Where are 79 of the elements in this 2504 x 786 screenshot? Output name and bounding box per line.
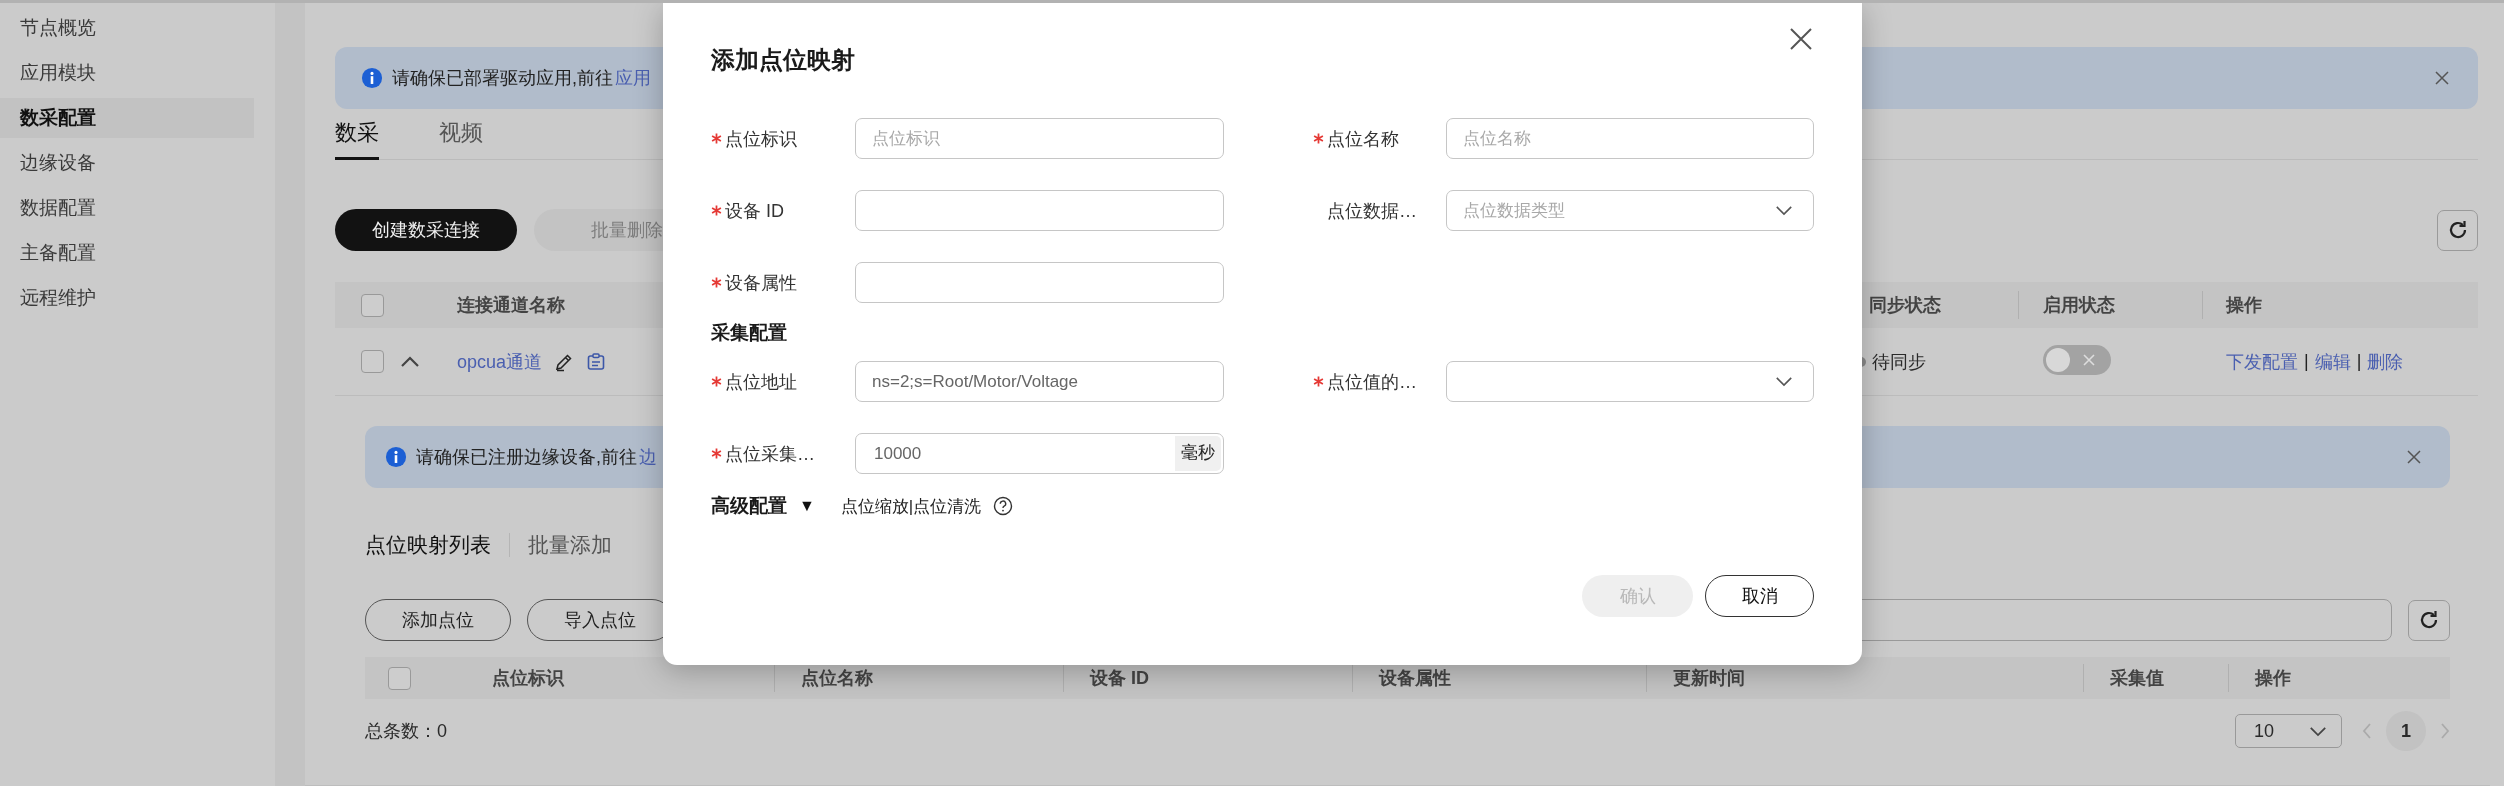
unit-label: 毫秒 <box>1175 436 1221 471</box>
expand-toggle[interactable]: ▼ <box>799 497 815 515</box>
checkbox[interactable] <box>388 666 411 690</box>
field-label: 设备 ID <box>725 199 784 223</box>
refresh-button[interactable] <box>2437 209 2478 251</box>
info-icon <box>385 446 407 468</box>
separator: | <box>2304 351 2309 372</box>
sidebar-item[interactable]: 边缘设备 <box>0 140 254 185</box>
refresh-button[interactable] <box>2408 599 2450 641</box>
sidebar-item[interactable]: 数采配置 <box>0 98 254 138</box>
toggle-switch[interactable] <box>2043 344 2111 375</box>
column-header: 点位标识 <box>492 668 564 688</box>
tab[interactable]: 点位映射列表 <box>365 531 491 559</box>
input-field[interactable]: ns=2;s=Root/Motor/Voltage <box>855 361 1224 402</box>
column-header: 操作 <box>2226 295 2262 315</box>
edit-icon[interactable] <box>554 351 575 372</box>
field-label: 点位值的… <box>1327 370 1417 394</box>
close-icon[interactable] <box>2406 449 2422 465</box>
help-icon[interactable] <box>993 496 1014 516</box>
input-field[interactable]: 点位标识 <box>855 118 1224 159</box>
input-field[interactable]: 点位名称 <box>1446 118 1814 159</box>
section-title: 采集配置 <box>711 321 788 345</box>
column-header: 更新时间 <box>1673 668 1745 688</box>
input-field[interactable] <box>855 190 1224 231</box>
caret-icon <box>1775 376 1793 387</box>
sidebar-item[interactable]: 数据配置 <box>0 185 254 230</box>
channel-link[interactable]: opcua通道 <box>457 349 543 374</box>
notice-text: 请确保已注册边缘设备,前往 <box>416 446 637 469</box>
dialog-title: 添加点位映射 <box>711 45 855 75</box>
create-button[interactable]: 创建数采连接 <box>335 209 517 251</box>
input-field[interactable]: 10000 毫秒 <box>855 433 1224 474</box>
column-header: 采集值 <box>2110 668 2164 688</box>
caret-icon <box>2309 725 2327 737</box>
sidebar-item[interactable]: 远程维护 <box>0 275 254 320</box>
add-button[interactable]: 添加点位 <box>365 599 511 641</box>
chevron-up-icon[interactable] <box>400 355 420 368</box>
column-header: 设备 ID <box>1090 668 1149 688</box>
tab[interactable]: 视频 <box>439 113 483 160</box>
text-input[interactable]: 10000 <box>872 442 1175 465</box>
sync-status: 待同步 <box>1872 350 1926 374</box>
column-header: 操作 <box>2255 668 2291 688</box>
checkbox[interactable] <box>361 350 384 373</box>
section-title: 高级配置 <box>711 494 787 518</box>
column-header: 同步状态 <box>1869 295 1941 315</box>
x-mark-icon <box>2083 353 2095 366</box>
action-link[interactable]: 下发配置 <box>2226 349 2298 374</box>
clipboard-icon[interactable] <box>586 351 607 372</box>
page-size-select[interactable]: 10 <box>2235 714 2342 748</box>
select-field[interactable] <box>1446 361 1814 402</box>
tab[interactable]: 批量添加 <box>528 531 612 559</box>
column-header: 点位名称 <box>801 668 873 688</box>
advanced-hint: 点位缩放|点位清洗 <box>840 495 982 518</box>
field-label: 点位标识 <box>725 127 797 151</box>
info-icon <box>361 67 383 89</box>
notice-text: 请确保已部署驱动应用,前往 <box>392 67 613 90</box>
separator: | <box>2356 351 2362 372</box>
page-number[interactable]: 1 <box>2386 711 2426 751</box>
sidebar-item[interactable]: 应用模块 <box>0 50 254 95</box>
column-header: 设备属性 <box>1379 668 1451 688</box>
caret-icon <box>1775 205 1793 216</box>
sidebar-item[interactable]: 节点概览 <box>0 5 254 50</box>
close-icon[interactable] <box>1789 27 1813 51</box>
field-label: 点位名称 <box>1327 127 1399 151</box>
tab[interactable]: 数采 <box>335 113 379 160</box>
page-size-value: 10 <box>2254 720 2275 742</box>
column-header: 连接通道名称 <box>457 295 565 315</box>
column-header: 启用状态 <box>2043 295 2115 315</box>
checkbox[interactable] <box>361 293 384 317</box>
action-link[interactable]: 编辑 <box>2314 349 2351 374</box>
input-field[interactable] <box>855 262 1224 303</box>
field-label: 点位数据… <box>1327 199 1417 223</box>
cancel-button[interactable]: 取消 <box>1705 575 1814 617</box>
action-link[interactable]: 删除 <box>2367 349 2404 374</box>
field-label: 设备属性 <box>725 271 797 295</box>
total-count: 总条数：0 <box>365 720 447 743</box>
sidebar-item[interactable]: 主备配置 <box>0 230 254 275</box>
close-icon[interactable] <box>2434 70 2450 86</box>
field-label: 点位采集… <box>725 442 815 466</box>
field-label: 点位地址 <box>725 370 797 394</box>
